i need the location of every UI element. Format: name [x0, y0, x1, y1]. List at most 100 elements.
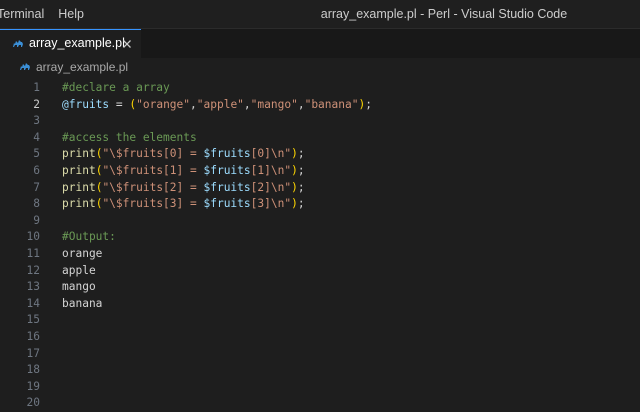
- line-number: 17: [26, 346, 40, 360]
- line-number: 14: [26, 296, 40, 310]
- code-text[interactable]: print("\$fruits[2] = $fruits[2]\n");: [62, 180, 305, 197]
- code-token: =: [109, 97, 130, 111]
- line-number: 6: [33, 164, 40, 177]
- line-number: 7: [33, 180, 40, 194]
- menu-help[interactable]: Help: [51, 0, 91, 28]
- code-line[interactable]: 20: [0, 395, 640, 412]
- line-number: 12: [26, 263, 40, 277]
- code-line[interactable]: 4 #access the elements: [0, 130, 640, 147]
- code-token: #Output:: [62, 230, 116, 244]
- line-number: 15: [26, 313, 40, 327]
- line-number: 19: [26, 379, 40, 393]
- code-token: ): [291, 147, 298, 161]
- code-token: print: [62, 147, 96, 161]
- code-line[interactable]: 3: [0, 113, 640, 130]
- code-line[interactable]: 2 @fruits = ("orange","apple","mango","ba…: [0, 97, 640, 114]
- code-text[interactable]: #Output:: [62, 229, 116, 246]
- code-token: ): [291, 164, 298, 177]
- code-token: [1]\n": [250, 164, 292, 177]
- line-number: 20: [26, 396, 40, 410]
- code-line[interactable]: 8 print("\$fruits[3] = $fruits[3]\n");: [0, 196, 640, 213]
- code-token: print: [62, 180, 96, 194]
- code-token: $fruits: [203, 180, 251, 194]
- code-token: $fruits: [203, 147, 251, 161]
- code-line[interactable]: 15: [0, 312, 640, 329]
- code-line[interactable]: 11 orange: [0, 246, 640, 263]
- code-token: [2]\n": [250, 180, 292, 194]
- code-token: "\$fruits[0] =: [102, 147, 204, 161]
- code-line[interactable]: 6 print("\$fruits[1] = $fruits[1]\n");: [0, 163, 640, 180]
- code-text[interactable]: @fruits = ("orange","apple","mango","ban…: [62, 97, 372, 114]
- code-line[interactable]: 1 #declare a array: [0, 80, 640, 97]
- code-token: orange: [62, 247, 103, 260]
- line-number: 13: [26, 280, 40, 294]
- code-text[interactable]: #declare a array: [62, 80, 170, 97]
- breadcrumb-file[interactable]: array_example.pl: [36, 60, 128, 74]
- code-token: "apple": [196, 97, 244, 111]
- perl-camel-icon: [20, 63, 30, 70]
- code-token: mango: [62, 280, 96, 294]
- code-token: #declare a array: [62, 81, 170, 94]
- line-number: 4: [33, 130, 40, 144]
- code-text[interactable]: print("\$fruits[0] = $fruits[0]\n");: [62, 146, 305, 163]
- line-number: 11: [26, 247, 40, 260]
- line-number: 10: [26, 230, 40, 244]
- code-line[interactable]: 19: [0, 379, 640, 396]
- code-text[interactable]: banana: [62, 296, 102, 313]
- code-line[interactable]: 10 #Output:: [0, 229, 640, 246]
- code-text[interactable]: #access the elements: [62, 130, 197, 147]
- code-token: banana: [62, 296, 103, 310]
- code-token: ;: [365, 97, 372, 111]
- line-number: 1: [33, 81, 40, 94]
- code-token: [3]\n": [250, 197, 292, 211]
- perl-camel-icon: [13, 40, 23, 47]
- code-line[interactable]: 9: [0, 213, 640, 230]
- code-line[interactable]: 18: [0, 362, 640, 379]
- line-number: 8: [33, 197, 40, 211]
- code-text[interactable]: mango: [62, 279, 96, 296]
- code-token: [0]\n": [250, 147, 292, 161]
- code-token: "\$fruits[3] =: [102, 197, 204, 211]
- code-line[interactable]: 5 print("\$fruits[0] = $fruits[0]\n");: [0, 146, 640, 163]
- code-token: "banana": [304, 97, 359, 111]
- code-token: ;: [297, 164, 305, 177]
- code-token: print: [62, 164, 96, 177]
- code-token: $fruits: [203, 164, 251, 177]
- tab-array-example[interactable]: array_example.pl: [0, 29, 141, 58]
- title-bar: Terminal Help array_example.pl - Perl - …: [0, 0, 640, 29]
- code-text[interactable]: print("\$fruits[3] = $fruits[3]\n");: [62, 196, 305, 213]
- code-line[interactable]: 14 banana: [0, 296, 640, 313]
- menu-terminal[interactable]: Terminal: [0, 0, 51, 28]
- line-number: 3: [33, 114, 40, 128]
- code-token: ;: [297, 197, 305, 211]
- code-token: ,: [190, 97, 197, 111]
- code-token: ;: [297, 147, 305, 161]
- code-token: $fruits: [203, 197, 251, 211]
- code-token: ): [291, 197, 298, 211]
- code-line[interactable]: 16: [0, 329, 640, 346]
- tab-label: array_example.pl: [29, 36, 125, 50]
- code-line[interactable]: 12 apple: [0, 263, 640, 280]
- code-text[interactable]: apple: [62, 263, 96, 280]
- code-line[interactable]: 7 print("\$fruits[2] = $fruits[2]\n");: [0, 180, 640, 197]
- code-line[interactable]: 17: [0, 346, 640, 363]
- code-token: ,: [297, 97, 305, 111]
- breadcrumb: array_example.pl: [0, 58, 640, 78]
- window-title: array_example.pl - Perl - Visual Studio …: [320, 7, 568, 21]
- code-token: ;: [297, 180, 305, 194]
- line-number: 18: [26, 363, 40, 377]
- code-line[interactable]: 13 mango: [0, 279, 640, 296]
- code-token: print: [62, 197, 96, 211]
- line-number: 5: [33, 147, 40, 161]
- code-token: "orange": [136, 97, 191, 111]
- code-token: "mango": [250, 97, 298, 111]
- code-text[interactable]: print("\$fruits[1] = $fruits[1]\n");: [62, 163, 305, 180]
- code-token: "\$fruits[2] =: [102, 180, 204, 194]
- code-token: #access the elements: [62, 130, 197, 144]
- close-icon[interactable]: [121, 38, 133, 50]
- code-token: ,: [243, 97, 251, 111]
- code-editor[interactable]: 1 #declare a array 2 @fruits = ("orange","a…: [0, 78, 640, 409]
- code-text[interactable]: orange: [62, 246, 102, 263]
- code-token: ): [291, 180, 298, 194]
- code-token: apple: [62, 263, 96, 277]
